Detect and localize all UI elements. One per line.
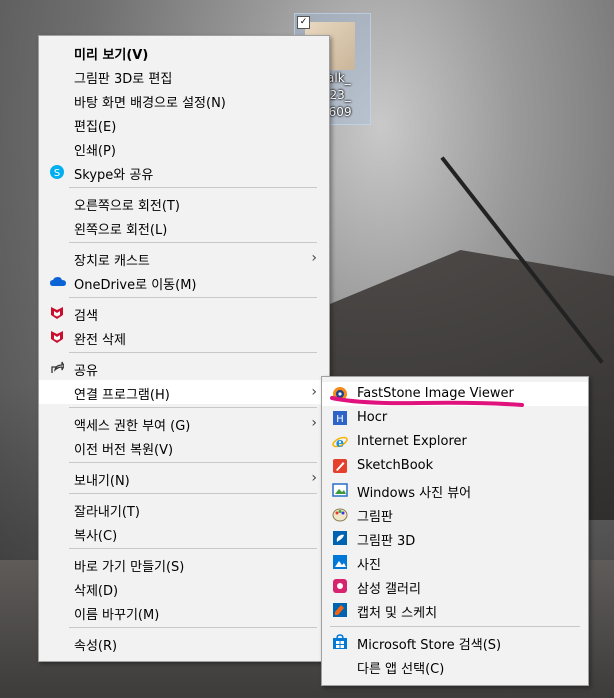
paint-icon [332, 506, 348, 522]
sketchbook-icon [332, 458, 348, 474]
menu-item-share-skype[interactable]: S Skype와 공유 [39, 160, 329, 184]
menu-item-open-with[interactable]: 연결 프로그램(H) › [39, 380, 329, 404]
context-menu: 미리 보기(V) 그림판 3D로 편집 바탕 화면 배경으로 설정(N) 편집(… [38, 35, 330, 662]
menu-item-preview[interactable]: 미리 보기(V) [39, 40, 329, 64]
menu-item-cut[interactable]: 잘라내기(T) [39, 497, 329, 521]
snip-sketch-icon [332, 602, 348, 618]
menu-separator [69, 242, 317, 243]
chevron-right-icon: › [311, 470, 317, 486]
onedrive-icon [50, 275, 66, 289]
mcafee-icon [50, 330, 64, 344]
samsung-gallery-icon [332, 578, 348, 594]
hocr-icon: H [332, 410, 348, 426]
menu-separator [69, 493, 317, 494]
submenu-item-store-search[interactable]: Microsoft Store 검색(S) [322, 630, 588, 654]
submenu-item-samsung-gallery[interactable]: 삼성 갤러리 [322, 574, 588, 598]
menu-item-set-wallpaper[interactable]: 바탕 화면 배경으로 설정(N) [39, 88, 329, 112]
photos-icon [332, 554, 348, 570]
menu-separator [69, 407, 317, 408]
menu-item-move-onedrive[interactable]: OneDrive로 이동(M) [39, 270, 329, 294]
submenu-item-paint[interactable]: 그림판 [322, 502, 588, 526]
menu-separator [69, 462, 317, 463]
menu-separator [69, 297, 317, 298]
submenu-item-sketchbook[interactable]: SketchBook [322, 454, 588, 478]
menu-item-copy[interactable]: 복사(C) [39, 521, 329, 545]
photo-viewer-icon [332, 482, 348, 498]
menu-item-edit-paint3d[interactable]: 그림판 3D로 편집 [39, 64, 329, 88]
submenu-item-choose-other-app[interactable]: 다른 앱 선택(C) [322, 654, 588, 678]
menu-item-print[interactable]: 인쇄(P) [39, 136, 329, 160]
chevron-right-icon: › [311, 250, 317, 266]
open-with-submenu: FastStone Image Viewer H Hocr e Internet… [321, 376, 589, 686]
menu-item-share[interactable]: 공유 [39, 356, 329, 380]
faststone-icon [332, 386, 348, 402]
menu-separator [69, 627, 317, 628]
submenu-item-internet-explorer[interactable]: e Internet Explorer [322, 430, 588, 454]
menu-item-delete[interactable]: 삭제(D) [39, 576, 329, 600]
menu-separator [330, 626, 580, 627]
menu-item-search[interactable]: 검색 [39, 301, 329, 325]
chevron-right-icon: › [311, 415, 317, 431]
menu-item-send-to[interactable]: 보내기(N) › [39, 466, 329, 490]
submenu-item-hocr[interactable]: H Hocr [322, 406, 588, 430]
mcafee-icon [50, 306, 64, 320]
submenu-item-paint-3d[interactable]: 그림판 3D [322, 526, 588, 550]
chevron-right-icon: › [311, 384, 317, 400]
menu-separator [69, 548, 317, 549]
submenu-item-faststone[interactable]: FastStone Image Viewer [322, 382, 588, 406]
menu-item-shred[interactable]: 완전 삭제 [39, 325, 329, 349]
menu-item-create-shortcut[interactable]: 바로 가기 만들기(S) [39, 552, 329, 576]
menu-separator [69, 352, 317, 353]
submenu-item-photo-viewer[interactable]: Windows 사진 뷰어 [322, 478, 588, 502]
skype-icon: S [50, 165, 64, 179]
menu-item-properties[interactable]: 속성(R) [39, 631, 329, 655]
menu-item-rename[interactable]: 이름 바꾸기(M) [39, 600, 329, 624]
paint-3d-icon [332, 530, 348, 546]
svg-text:e: e [336, 436, 344, 450]
svg-text:H: H [336, 414, 344, 425]
submenu-item-photos[interactable]: 사진 [322, 550, 588, 574]
menu-item-edit[interactable]: 편집(E) [39, 112, 329, 136]
selection-checkbox[interactable]: ✓ [297, 16, 310, 29]
menu-item-rotate-left[interactable]: 왼쪽으로 회전(L) [39, 215, 329, 239]
submenu-item-snip-sketch[interactable]: 캡처 및 스케치 [322, 598, 588, 622]
menu-item-give-access[interactable]: 액세스 권한 부여 (G) › [39, 411, 329, 435]
menu-separator [69, 187, 317, 188]
menu-item-cast[interactable]: 장치로 캐스트 › [39, 246, 329, 270]
menu-item-restore-versions[interactable]: 이전 버전 복원(V) [39, 435, 329, 459]
internet-explorer-icon: e [332, 434, 348, 451]
svg-text:S: S [54, 168, 60, 179]
menu-item-rotate-right[interactable]: 오른쪽으로 회전(T) [39, 191, 329, 215]
store-icon [332, 634, 348, 650]
share-icon [50, 361, 65, 375]
